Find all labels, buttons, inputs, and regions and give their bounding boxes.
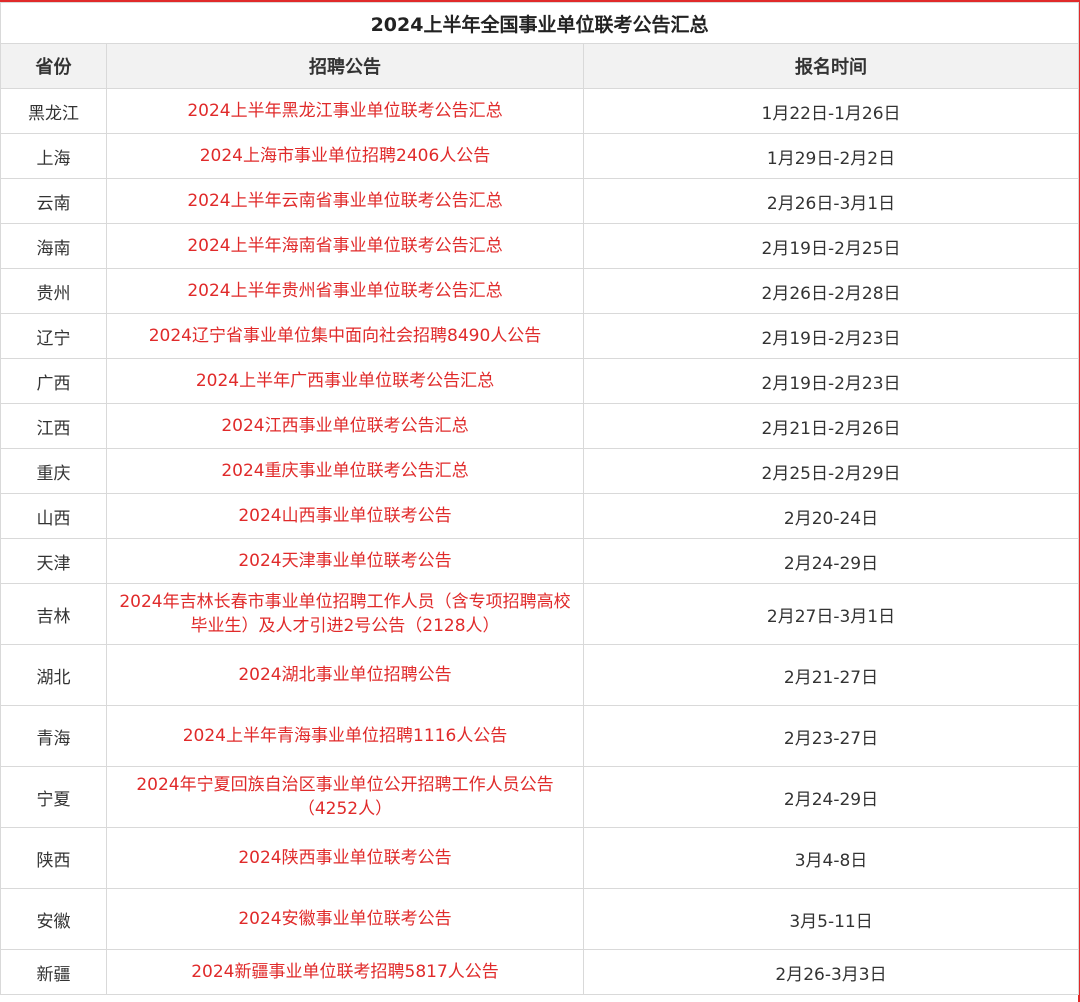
table-title: 2024上半年全国事业单位联考公告汇总 bbox=[0, 2, 1080, 44]
date-cell: 2月27日-3月1日 bbox=[582, 583, 1080, 645]
table-row: 贵州 2024上半年贵州省事业单位联考公告汇总 2月26日-2月28日 bbox=[0, 268, 1080, 314]
table-row: 陕西 2024陕西事业单位联考公告 3月4-8日 bbox=[0, 827, 1080, 889]
table-row: 吉林 2024年吉林长春市事业单位招聘工作人员（含专项招聘高校毕业生）及人才引进… bbox=[0, 583, 1080, 645]
notice-link[interactable]: 2024重庆事业单位联考公告汇总 bbox=[106, 448, 584, 494]
province-cell: 云南 bbox=[0, 178, 107, 224]
province-cell: 天津 bbox=[0, 538, 107, 584]
date-cell: 2月19日-2月25日 bbox=[582, 223, 1080, 269]
notice-link[interactable]: 2024上半年海南省事业单位联考公告汇总 bbox=[106, 223, 584, 269]
column-header-province: 省份 bbox=[0, 43, 107, 89]
table-row: 辽宁 2024辽宁省事业单位集中面向社会招聘8490人公告 2月19日-2月23… bbox=[0, 313, 1080, 359]
notice-link[interactable]: 2024安徽事业单位联考公告 bbox=[106, 888, 584, 950]
table-row: 新疆 2024新疆事业单位联考招聘5817人公告 2月26-3月3日 bbox=[0, 949, 1080, 995]
notice-link[interactable]: 2024天津事业单位联考公告 bbox=[106, 538, 584, 584]
notice-link[interactable]: 2024辽宁省事业单位集中面向社会招聘8490人公告 bbox=[106, 313, 584, 359]
province-cell: 重庆 bbox=[0, 448, 107, 494]
province-cell: 宁夏 bbox=[0, 766, 107, 828]
table-row: 上海 2024上海市事业单位招聘2406人公告 1月29日-2月2日 bbox=[0, 133, 1080, 179]
notice-link[interactable]: 2024上半年广西事业单位联考公告汇总 bbox=[106, 358, 584, 404]
table-row: 天津 2024天津事业单位联考公告 2月24-29日 bbox=[0, 538, 1080, 584]
province-cell: 广西 bbox=[0, 358, 107, 404]
notice-link[interactable]: 2024上半年贵州省事业单位联考公告汇总 bbox=[106, 268, 584, 314]
table-body: 黑龙江 2024上半年黑龙江事业单位联考公告汇总 1月22日-1月26日 上海 … bbox=[0, 88, 1080, 995]
notice-link[interactable]: 2024年吉林长春市事业单位招聘工作人员（含专项招聘高校毕业生）及人才引进2号公… bbox=[106, 583, 584, 645]
notice-link[interactable]: 2024陕西事业单位联考公告 bbox=[106, 827, 584, 889]
date-cell: 3月4-8日 bbox=[582, 827, 1080, 889]
table-row: 重庆 2024重庆事业单位联考公告汇总 2月25日-2月29日 bbox=[0, 448, 1080, 494]
province-cell: 辽宁 bbox=[0, 313, 107, 359]
notice-link[interactable]: 2024新疆事业单位联考招聘5817人公告 bbox=[106, 949, 584, 995]
province-cell: 吉林 bbox=[0, 583, 107, 645]
notice-link[interactable]: 2024年宁夏回族自治区事业单位公开招聘工作人员公告（4252人） bbox=[106, 766, 584, 828]
date-cell: 2月23-27日 bbox=[582, 705, 1080, 767]
date-cell: 2月19日-2月23日 bbox=[582, 358, 1080, 404]
column-header-date: 报名时间 bbox=[582, 43, 1080, 89]
province-cell: 陕西 bbox=[0, 827, 107, 889]
date-cell: 2月19日-2月23日 bbox=[582, 313, 1080, 359]
table-row: 黑龙江 2024上半年黑龙江事业单位联考公告汇总 1月22日-1月26日 bbox=[0, 88, 1080, 134]
notice-table: 2024上半年全国事业单位联考公告汇总 省份 招聘公告 报名时间 黑龙江 202… bbox=[0, 2, 1080, 995]
date-cell: 2月20-24日 bbox=[582, 493, 1080, 539]
table-row: 宁夏 2024年宁夏回族自治区事业单位公开招聘工作人员公告（4252人） 2月2… bbox=[0, 766, 1080, 828]
table-row: 广西 2024上半年广西事业单位联考公告汇总 2月19日-2月23日 bbox=[0, 358, 1080, 404]
province-cell: 山西 bbox=[0, 493, 107, 539]
province-cell: 安徽 bbox=[0, 888, 107, 950]
province-cell: 黑龙江 bbox=[0, 88, 107, 134]
date-cell: 1月29日-2月2日 bbox=[582, 133, 1080, 179]
table-row: 江西 2024江西事业单位联考公告汇总 2月21日-2月26日 bbox=[0, 403, 1080, 449]
province-cell: 上海 bbox=[0, 133, 107, 179]
notice-link[interactable]: 2024江西事业单位联考公告汇总 bbox=[106, 403, 584, 449]
province-cell: 湖北 bbox=[0, 644, 107, 706]
province-cell: 贵州 bbox=[0, 268, 107, 314]
notice-link[interactable]: 2024上半年云南省事业单位联考公告汇总 bbox=[106, 178, 584, 224]
date-cell: 2月25日-2月29日 bbox=[582, 448, 1080, 494]
notice-link[interactable]: 2024山西事业单位联考公告 bbox=[106, 493, 584, 539]
column-header-notice: 招聘公告 bbox=[106, 43, 584, 89]
notice-link[interactable]: 2024湖北事业单位招聘公告 bbox=[106, 644, 584, 706]
date-cell: 3月5-11日 bbox=[582, 888, 1080, 950]
notice-link[interactable]: 2024上半年黑龙江事业单位联考公告汇总 bbox=[106, 88, 584, 134]
province-cell: 青海 bbox=[0, 705, 107, 767]
date-cell: 2月24-29日 bbox=[582, 538, 1080, 584]
date-cell: 2月24-29日 bbox=[582, 766, 1080, 828]
date-cell: 1月22日-1月26日 bbox=[582, 88, 1080, 134]
table-row: 海南 2024上半年海南省事业单位联考公告汇总 2月19日-2月25日 bbox=[0, 223, 1080, 269]
date-cell: 2月26日-3月1日 bbox=[582, 178, 1080, 224]
date-cell: 2月21-27日 bbox=[582, 644, 1080, 706]
notice-link[interactable]: 2024上海市事业单位招聘2406人公告 bbox=[106, 133, 584, 179]
table-row: 安徽 2024安徽事业单位联考公告 3月5-11日 bbox=[0, 888, 1080, 950]
table-row: 云南 2024上半年云南省事业单位联考公告汇总 2月26日-3月1日 bbox=[0, 178, 1080, 224]
date-cell: 2月21日-2月26日 bbox=[582, 403, 1080, 449]
date-cell: 2月26日-2月28日 bbox=[582, 268, 1080, 314]
table-row: 山西 2024山西事业单位联考公告 2月20-24日 bbox=[0, 493, 1080, 539]
date-cell: 2月26-3月3日 bbox=[582, 949, 1080, 995]
province-cell: 海南 bbox=[0, 223, 107, 269]
province-cell: 江西 bbox=[0, 403, 107, 449]
province-cell: 新疆 bbox=[0, 949, 107, 995]
table-row: 青海 2024上半年青海事业单位招聘1116人公告 2月23-27日 bbox=[0, 705, 1080, 767]
table-row: 湖北 2024湖北事业单位招聘公告 2月21-27日 bbox=[0, 644, 1080, 706]
notice-link[interactable]: 2024上半年青海事业单位招聘1116人公告 bbox=[106, 705, 584, 767]
